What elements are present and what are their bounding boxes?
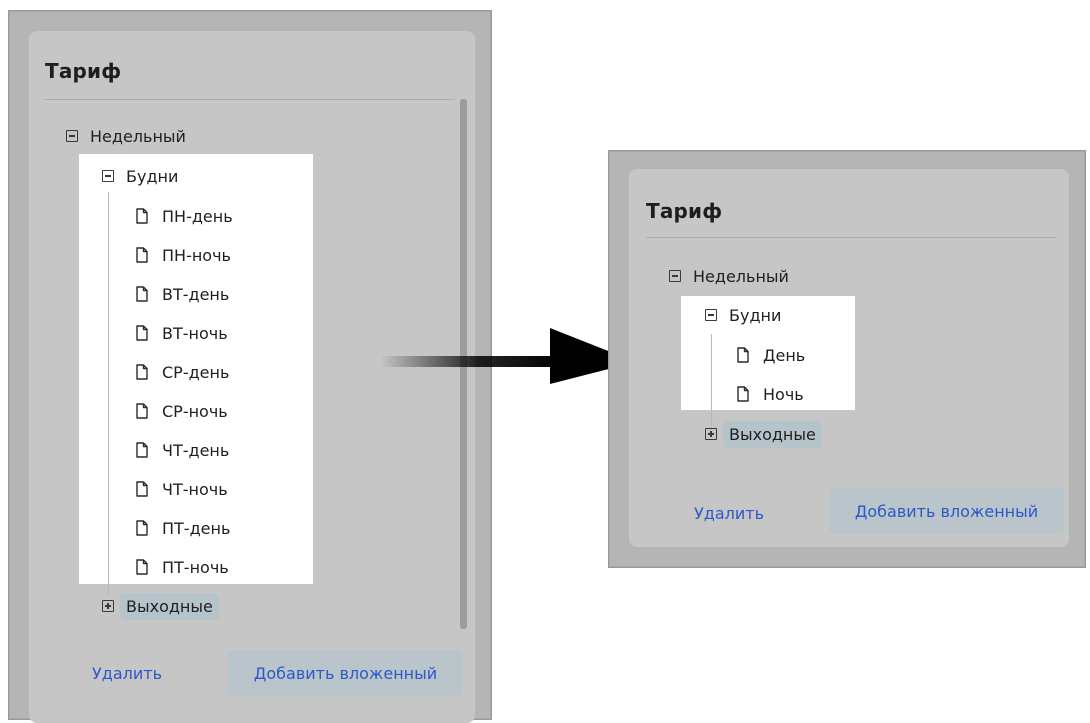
tree-leaf-item[interactable]: ПН-день [136,204,233,228]
right-arrow-icon [380,328,636,384]
tree-leaf-label: ВТ-день [162,284,230,304]
tree-leaf-label: СР-ночь [162,401,228,421]
tree-leaf-item[interactable]: ПН-ночь [136,243,231,267]
tree-leaf-label: ЧТ-день [162,440,230,460]
tree-node-label: Недельный [90,126,186,146]
tree-leaf-item[interactable]: СР-ночь [136,399,228,423]
document-icon [737,386,749,402]
tree-leaf-label: ЧТ-ночь [162,479,228,499]
tree-leaf-item[interactable]: СР-день [136,360,229,384]
card-title: Тариф [45,59,122,83]
document-icon [136,247,148,263]
tree-node-label-selected: Выходные [120,592,219,620]
tree-node-weekdays[interactable]: Будни [705,303,781,327]
tree-leaf-item[interactable]: День [737,343,805,367]
tree-guide-line [711,334,712,434]
add-child-label: Добавить вложенный [253,663,438,683]
tree-leaf-label: ПН-день [162,206,233,226]
minus-square-icon[interactable] [102,170,114,182]
minus-square-icon[interactable] [669,270,681,282]
tree-leaf-label: Ночь [763,384,804,404]
tree-leaf-item[interactable]: ЧТ-ночь [136,477,228,501]
plus-square-icon[interactable] [705,428,717,440]
tree-leaf-label: ПТ-ночь [162,557,229,577]
document-icon [136,325,148,341]
tree-leaf-item[interactable]: ПТ-ночь [136,555,229,579]
card-title: Тариф [646,199,723,223]
tree-node-root[interactable]: Недельный [669,264,789,288]
tree-node-weekend[interactable]: Выходные [102,592,219,620]
tree-leaf-item[interactable]: ЧТ-день [136,438,229,462]
tree-node-label-selected: Выходные [723,420,822,448]
delete-button[interactable]: Удалить [694,504,764,523]
tree-leaf-label: СР-день [162,362,230,382]
document-icon [136,442,148,458]
tree-node-weekend[interactable]: Выходные [705,420,822,448]
add-child-label: Добавить вложенный [854,501,1039,521]
delete-button[interactable]: Удалить [92,664,162,683]
minus-square-icon[interactable] [66,130,78,142]
document-icon [136,208,148,224]
tree-leaf-item[interactable]: ПТ-день [136,516,230,540]
document-icon [737,347,749,363]
tree-leaf-item[interactable]: Ночь [737,382,804,406]
tree-node-label: Недельный [693,266,789,286]
tree-leaf-item[interactable]: ВТ-день [136,282,229,306]
document-icon [136,403,148,419]
tree-leaf-label: ПТ-день [162,518,231,538]
title-divider [646,237,1056,238]
tree-guide-line [108,192,109,596]
tree-node-label: Будни [126,166,179,186]
plus-square-icon[interactable] [102,600,114,612]
tree-leaf-label: День [763,345,806,365]
document-icon [136,481,148,497]
add-child-button[interactable]: Добавить вложенный [829,488,1064,534]
tree-node-label: Будни [729,305,782,325]
tree-leaf-item[interactable]: ВТ-ночь [136,321,228,345]
tree-node-weekdays[interactable]: Будни [102,164,178,188]
document-icon [136,286,148,302]
tree-leaf-label: ВТ-ночь [162,323,228,343]
tree-leaf-label: ПН-ночь [162,245,231,265]
minus-square-icon[interactable] [705,309,717,321]
tree-node-root[interactable]: Недельный [66,124,186,148]
document-icon [136,364,148,380]
add-child-button[interactable]: Добавить вложенный [228,650,463,696]
title-divider [45,99,455,100]
document-icon [136,520,148,536]
document-icon [136,559,148,575]
